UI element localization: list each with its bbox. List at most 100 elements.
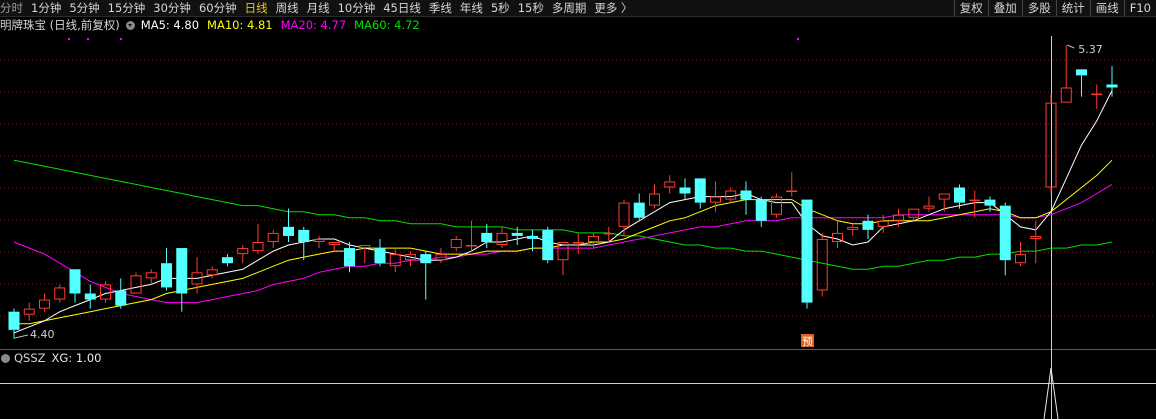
candle-body bbox=[603, 232, 615, 235]
ma-lines bbox=[13, 90, 1113, 334]
candle bbox=[298, 226, 310, 261]
candle-body bbox=[511, 232, 523, 236]
candle bbox=[100, 281, 111, 303]
candle-body bbox=[283, 226, 294, 236]
signal-dot bbox=[120, 38, 122, 40]
candle-body bbox=[954, 187, 965, 203]
candle bbox=[145, 269, 157, 285]
dropdown-icon[interactable] bbox=[1, 353, 10, 363]
candle bbox=[542, 226, 554, 264]
candle bbox=[679, 178, 691, 200]
candle bbox=[1091, 84, 1103, 109]
candle bbox=[405, 251, 416, 267]
candle-body bbox=[572, 242, 584, 244]
candle bbox=[252, 223, 264, 255]
candle bbox=[237, 245, 249, 264]
candle bbox=[359, 245, 371, 264]
candle-body bbox=[206, 269, 218, 276]
candle-body bbox=[54, 287, 66, 300]
candle-body bbox=[389, 254, 401, 267]
candle-body bbox=[1091, 93, 1103, 96]
candle-body bbox=[1015, 254, 1026, 264]
candle-body bbox=[755, 199, 767, 221]
candle bbox=[557, 242, 569, 276]
candle bbox=[450, 235, 462, 252]
candle bbox=[572, 232, 584, 255]
signal-dot bbox=[87, 38, 89, 40]
candle bbox=[633, 193, 645, 221]
candle bbox=[222, 254, 233, 267]
xg-value: XG: 1.00 bbox=[51, 351, 102, 365]
candle-body bbox=[145, 272, 157, 279]
candle bbox=[969, 190, 981, 218]
candle-body bbox=[466, 245, 477, 247]
candle-body bbox=[496, 232, 508, 246]
candle-body bbox=[801, 199, 813, 303]
candle bbox=[328, 242, 340, 252]
low-label: 4.40 bbox=[30, 328, 55, 341]
candle bbox=[23, 302, 35, 321]
candle-body bbox=[633, 202, 645, 218]
candle-body bbox=[84, 293, 96, 300]
candle-body bbox=[161, 263, 172, 288]
candle-body bbox=[938, 193, 950, 200]
sub-legend: QSSZ XG: 1.00 bbox=[0, 351, 101, 365]
candle-body bbox=[222, 257, 233, 264]
price-grid bbox=[0, 36, 1156, 419]
candle bbox=[466, 220, 477, 252]
candle bbox=[115, 278, 127, 309]
candle-body bbox=[725, 190, 737, 200]
candle bbox=[755, 196, 767, 227]
candle bbox=[664, 175, 676, 194]
indicator-name: QSSZ bbox=[14, 351, 46, 365]
candle-body bbox=[1106, 84, 1118, 88]
candle-body bbox=[786, 190, 798, 192]
candle bbox=[786, 172, 798, 197]
candle bbox=[694, 178, 706, 209]
candle bbox=[588, 232, 599, 249]
candle-body bbox=[649, 193, 660, 206]
candle-body bbox=[969, 199, 981, 202]
candle-body bbox=[328, 242, 340, 246]
candle-body bbox=[298, 229, 310, 242]
candle bbox=[1015, 242, 1026, 267]
candle-body bbox=[69, 269, 81, 294]
candle bbox=[740, 181, 752, 215]
ma10-line bbox=[14, 159, 1113, 325]
candle-body bbox=[39, 299, 50, 309]
high-pointer bbox=[1067, 44, 1075, 49]
candle-body bbox=[923, 205, 935, 209]
candle-body bbox=[1060, 87, 1072, 103]
candle-body bbox=[679, 187, 691, 194]
candle bbox=[801, 199, 813, 309]
ma5-line bbox=[13, 90, 1113, 334]
candle-body bbox=[816, 238, 828, 291]
candle bbox=[8, 308, 20, 339]
candle bbox=[54, 284, 66, 303]
candle bbox=[862, 214, 874, 239]
candle-body bbox=[862, 220, 874, 230]
forecast-marker-label: 预 bbox=[802, 336, 813, 348]
candle-body bbox=[115, 290, 127, 306]
candle bbox=[161, 248, 172, 291]
candle-body bbox=[908, 208, 920, 218]
candle-body bbox=[527, 235, 538, 239]
candle-body bbox=[359, 245, 371, 249]
candle-body bbox=[237, 248, 249, 255]
candle-body bbox=[618, 202, 630, 227]
candle-body bbox=[267, 232, 279, 242]
candle bbox=[130, 272, 142, 294]
candle bbox=[999, 202, 1011, 276]
signal-dot bbox=[68, 38, 70, 40]
candle-body bbox=[313, 238, 325, 242]
candle bbox=[938, 193, 950, 212]
candle-body bbox=[481, 232, 493, 242]
candle-body bbox=[893, 214, 904, 221]
candle-body bbox=[542, 229, 554, 261]
kline-chart[interactable]: 5.37 4.40 预 bbox=[0, 0, 1156, 419]
candle bbox=[435, 248, 447, 264]
candle bbox=[39, 293, 50, 312]
candle bbox=[344, 242, 355, 273]
candle bbox=[206, 266, 218, 279]
candle bbox=[389, 248, 401, 273]
